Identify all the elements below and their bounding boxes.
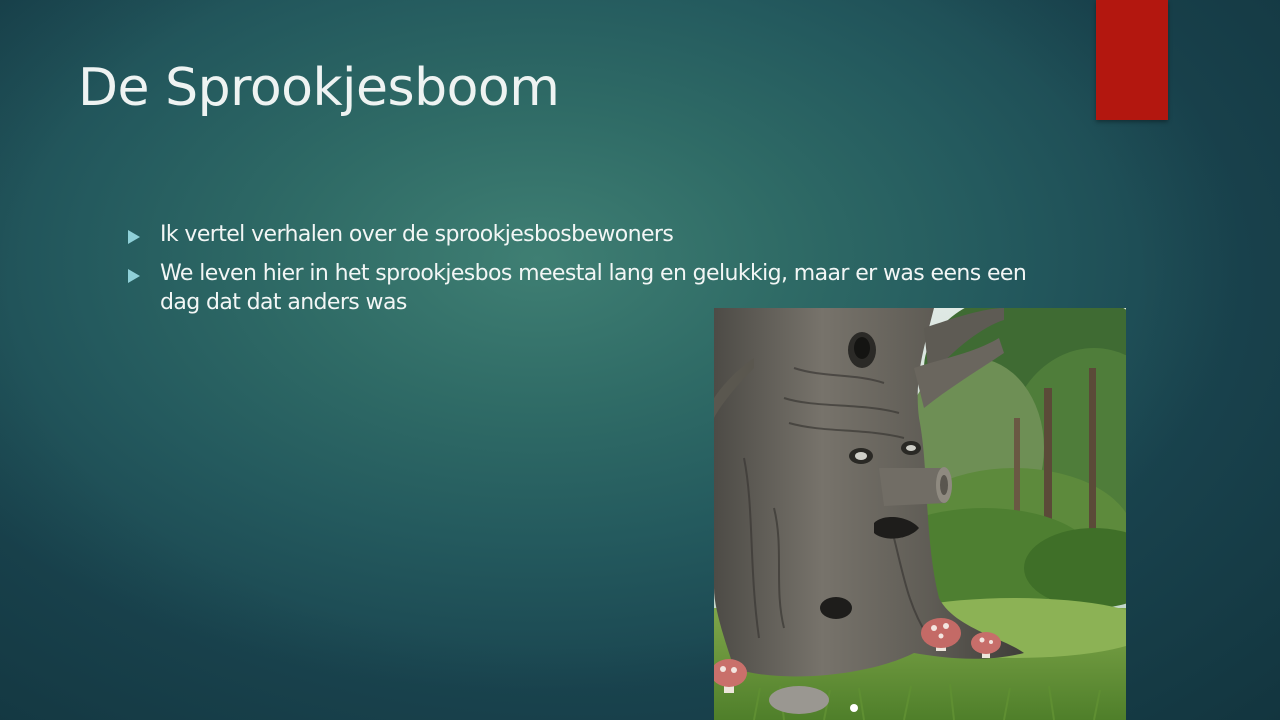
triangle-bullet-icon bbox=[128, 230, 140, 244]
fairy-tale-tree-photo bbox=[714, 308, 1126, 720]
bullet-item: Ik vertel verhalen over de sprookjesbosb… bbox=[128, 220, 1068, 249]
slide: De Sprookjesboom Ik vertel verhalen over… bbox=[0, 0, 1280, 720]
slide-title: De Sprookjesboom bbox=[78, 58, 560, 118]
bullet-text: Ik vertel verhalen over de sprookjesbosb… bbox=[160, 222, 674, 247]
triangle-bullet-icon bbox=[128, 269, 140, 283]
accent-bar bbox=[1096, 0, 1168, 120]
